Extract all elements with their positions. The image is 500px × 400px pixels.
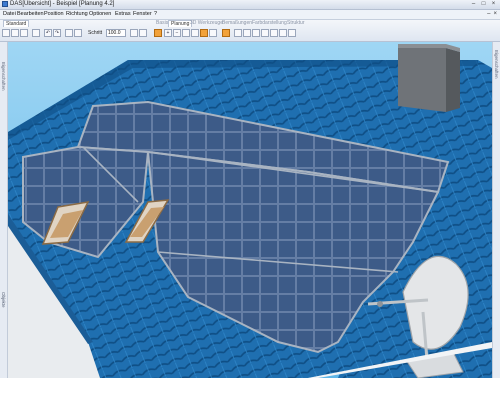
left-panel-label-2: Objekte: [1, 292, 6, 308]
grid-icon[interactable]: [139, 29, 147, 37]
copy-icon[interactable]: [74, 29, 82, 37]
zoom-out-icon[interactable]: −: [173, 29, 181, 37]
minimize-button[interactable]: –: [469, 0, 478, 8]
menu-window[interactable]: Fenster: [133, 11, 152, 17]
cut-icon[interactable]: [65, 29, 73, 37]
close-button[interactable]: ×: [489, 0, 498, 8]
left-panel-label: Eigenschaften: [1, 62, 6, 91]
print-icon[interactable]: [32, 29, 40, 37]
mdi-close-button[interactable]: ×: [493, 11, 497, 17]
title-bar: DAS[Übersicht] - Beispiel [Planung 4.2] …: [0, 0, 500, 10]
tool-icon-d[interactable]: [261, 29, 269, 37]
zoom-in-icon[interactable]: +: [164, 29, 172, 37]
menu-file[interactable]: Datei: [3, 11, 16, 17]
step-label: Schritt: [88, 30, 103, 36]
tool-icon-c[interactable]: [252, 29, 260, 37]
menu-extras[interactable]: Extras: [115, 11, 131, 17]
tool-icon-f[interactable]: [279, 29, 287, 37]
tool-icon-b[interactable]: [243, 29, 251, 37]
menu-options[interactable]: Optionen: [89, 11, 111, 17]
select-icon[interactable]: [154, 29, 162, 37]
light-icon[interactable]: [209, 29, 217, 37]
app-icon: [2, 1, 8, 7]
camera-icon[interactable]: [222, 29, 230, 37]
tool-icon-g[interactable]: [288, 29, 296, 37]
tool-icon-a[interactable]: [234, 29, 242, 37]
maximize-button[interactable]: □: [479, 0, 488, 8]
new-icon[interactable]: [2, 29, 10, 37]
menu-help[interactable]: ?: [154, 11, 157, 17]
mdi-minimize-button[interactable]: –: [487, 11, 490, 17]
left-side-panel[interactable]: Eigenschaften Objekte: [0, 42, 8, 378]
save-icon[interactable]: [20, 29, 28, 37]
menu-bar: Datei Bearbeiten Position Richtung Optio…: [0, 10, 500, 20]
rotate-icon[interactable]: [182, 29, 190, 37]
menu-edit[interactable]: Bearbeiten: [17, 11, 44, 17]
tool-icon-e[interactable]: [270, 29, 278, 37]
redo-icon[interactable]: ↷: [53, 29, 61, 37]
3d-viewport[interactable]: [8, 42, 492, 378]
measure-icon[interactable]: [200, 29, 208, 37]
toolbar: Standard Basis Planung 3D Werkzeuge Bema…: [0, 20, 500, 42]
chimney: [398, 48, 446, 112]
right-side-panel[interactable]: Eigenschaften: [492, 42, 500, 378]
tab-bemassungen[interactable]: Bemaßungen: [220, 20, 254, 26]
window-title: DAS[Übersicht] - Beispiel [Planung 4.2]: [10, 1, 115, 7]
tab-struktur[interactable]: Struktur: [285, 20, 307, 26]
step-input[interactable]: 100.0: [106, 29, 126, 37]
tab-standard[interactable]: Standard: [3, 20, 30, 27]
pan-icon[interactable]: [191, 29, 199, 37]
open-icon[interactable]: [11, 29, 19, 37]
undo-icon[interactable]: ↶: [44, 29, 52, 37]
paste-icon[interactable]: [130, 29, 138, 37]
menu-position[interactable]: Position: [44, 11, 64, 17]
tab-farbdarstellung[interactable]: Farbdarstellung: [250, 20, 289, 26]
application-window: DAS[Übersicht] - Beispiel [Planung 4.2] …: [0, 0, 500, 378]
menu-direction[interactable]: Richtung: [66, 11, 88, 17]
right-panel-label: Eigenschaften: [494, 50, 499, 79]
